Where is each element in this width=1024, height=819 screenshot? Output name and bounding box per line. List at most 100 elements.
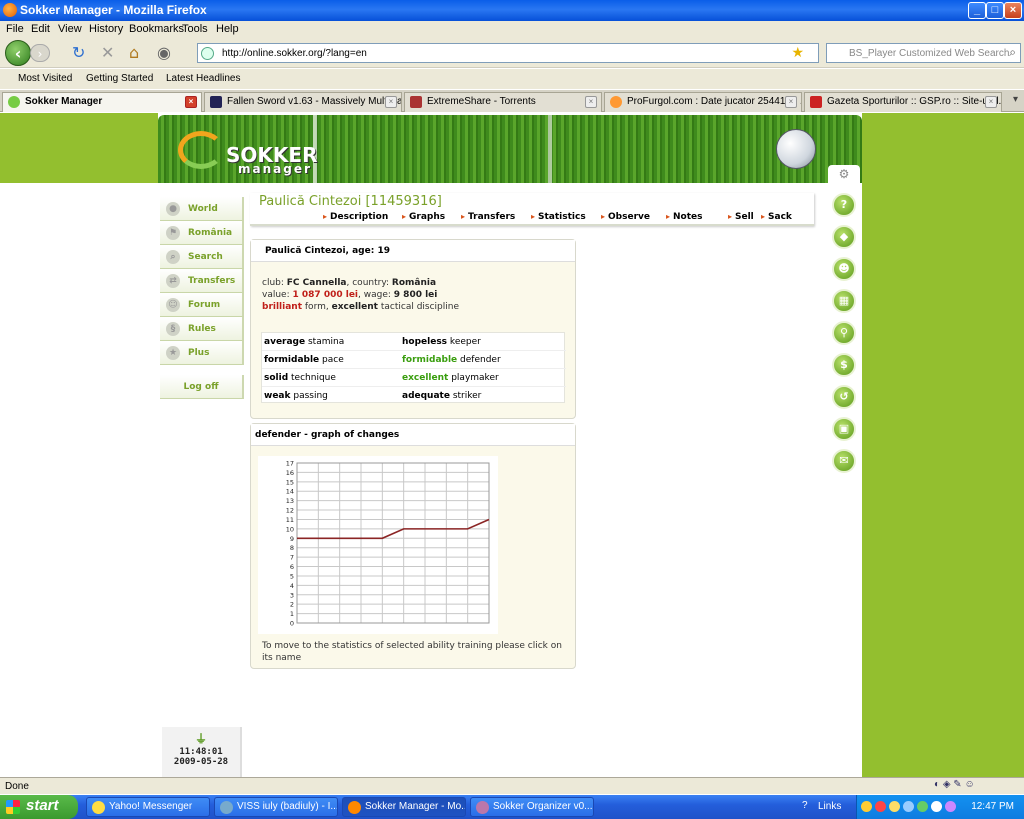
menu-bookmarks[interactable]: Bookmarks xyxy=(129,23,184,35)
tab-description[interactable]: Description xyxy=(323,212,388,222)
taskbar-item-sokker[interactable]: Sokker Manager - Mo... xyxy=(342,797,466,817)
status-bar: Done ◐ ◈ ✎ ☺ xyxy=(0,777,1024,794)
close-tab-icon[interactable]: × xyxy=(385,96,397,108)
skill-stamina[interactable]: average stamina xyxy=(264,337,344,347)
y-tick-label: 12 xyxy=(286,507,294,515)
sidebar-label: World xyxy=(188,204,218,214)
reload-icon[interactable]: ↻ xyxy=(72,43,85,62)
bookmark-star-icon[interactable]: ★ xyxy=(791,44,804,61)
taskbar-item-yahoo[interactable]: Yahoo! Messenger xyxy=(86,797,210,817)
sidebar-item-search[interactable]: ⌕ Search xyxy=(160,245,244,269)
shield-icon[interactable]: ◆ xyxy=(832,225,856,249)
site-sidebar: ● World ⚑ România ⌕ Search ⇄ Transfers ☺ Foru… xyxy=(160,197,244,365)
sidebar-item-world[interactable]: ● World xyxy=(160,197,244,221)
start-button[interactable]: start xyxy=(0,795,78,819)
tactical-text: tactical discipline xyxy=(380,302,459,312)
skill-keeper[interactable]: hopeless keeper xyxy=(402,337,481,347)
club-link[interactable]: FC Cannella xyxy=(287,278,347,288)
url-bar[interactable]: http://online.sokker.org/?lang=en ★ xyxy=(197,43,819,63)
mail-icon[interactable]: ✉ xyxy=(832,449,856,473)
tab-extremeshare[interactable]: ExtremeShare - Torrents × xyxy=(404,92,602,112)
close-tab-icon[interactable]: × xyxy=(785,96,797,108)
money-icon[interactable]: $ xyxy=(832,353,856,377)
tab-profurgol[interactable]: ProFurgol.com : Date jucator 254413 - ..… xyxy=(604,92,802,112)
tab-statistics[interactable]: Statistics xyxy=(531,212,586,222)
tray-icon[interactable] xyxy=(889,801,900,812)
sidebar-label: Search xyxy=(188,252,223,262)
menu-history[interactable]: History xyxy=(89,23,123,35)
skill-striker[interactable]: adequate striker xyxy=(402,391,481,401)
skill-pace[interactable]: formidable pace xyxy=(264,355,344,365)
minimize-button[interactable]: _ xyxy=(968,2,986,19)
skill-level: formidable xyxy=(402,355,458,365)
close-window-button[interactable]: × xyxy=(1004,2,1022,19)
tab-list-chevron-icon[interactable]: ▾ xyxy=(1013,94,1018,105)
sidebar-item-romania[interactable]: ⚑ România xyxy=(160,221,244,245)
menu-file[interactable]: File xyxy=(6,23,24,35)
refresh-icon[interactable]: ↺ xyxy=(832,385,856,409)
close-tab-icon[interactable]: × xyxy=(985,96,997,108)
sidebar-item-forum[interactable]: ☺ Forum xyxy=(160,293,244,317)
settings-gear-icon[interactable]: ⚙ xyxy=(828,165,860,183)
runner-icon[interactable]: ⚲ xyxy=(832,321,856,345)
search-input[interactable]: BS_Player Customized Web Search ⌕ xyxy=(826,43,1021,63)
search-icon: ⌕ xyxy=(166,250,180,264)
menu-help[interactable]: Help xyxy=(216,23,239,35)
help-icon[interactable]: ? xyxy=(802,800,808,811)
graph-header: defender - graph of changes xyxy=(251,424,575,446)
logoff-button[interactable]: Log off xyxy=(160,375,244,399)
sidebar-item-plus[interactable]: ★ Plus xyxy=(160,341,244,365)
stop-icon[interactable]: ✕ xyxy=(101,43,114,62)
y-tick-label: 4 xyxy=(290,582,294,590)
tactical-level: excellent xyxy=(331,302,378,312)
bookmark-most-visited[interactable]: Most Visited xyxy=(18,73,72,84)
tab-fallen-sword[interactable]: Fallen Sword v1.63 - Massively Multipla.… xyxy=(204,92,402,112)
tray-icon[interactable] xyxy=(861,801,872,812)
taskbar-item-viss[interactable]: VISS iuly (badiuly) - I... xyxy=(214,797,338,817)
tab-sell[interactable]: Sell xyxy=(728,212,754,222)
maximize-button[interactable]: □ xyxy=(986,2,1004,19)
taskbar-item-organizer[interactable]: Sokker Organizer v0.... xyxy=(470,797,594,817)
menu-view[interactable]: View xyxy=(58,23,82,35)
bookmark-getting-started[interactable]: Getting Started xyxy=(86,73,153,84)
tab-gsp[interactable]: Gazeta Sporturilor :: GSP.ro :: Site-ul … xyxy=(804,92,1002,112)
tray-icon[interactable] xyxy=(875,801,886,812)
player-title-bar: Paulică Cintezoi [11459316] Description … xyxy=(250,193,814,226)
forward-button[interactable]: › xyxy=(30,44,50,62)
tab-sack[interactable]: Sack xyxy=(761,212,792,222)
close-tab-icon[interactable]: × xyxy=(585,96,597,108)
y-tick-label: 14 xyxy=(286,488,294,496)
players-icon[interactable]: ☻ xyxy=(832,257,856,281)
menu-edit[interactable]: Edit xyxy=(31,23,50,35)
links-toolbar[interactable]: Links xyxy=(818,801,841,812)
tab-observe[interactable]: Observe xyxy=(601,212,650,222)
tray-icon[interactable] xyxy=(917,801,928,812)
skill-passing[interactable]: weak passing xyxy=(264,391,328,401)
menu-tools[interactable]: Tools xyxy=(182,23,208,35)
back-button[interactable]: ‹ xyxy=(5,40,31,66)
pitch-icon[interactable]: ▦ xyxy=(832,289,856,313)
search-icon[interactable]: ⌕ xyxy=(1009,45,1016,60)
tab-transfers[interactable]: Transfers xyxy=(461,212,515,222)
help-icon[interactable]: ? xyxy=(832,193,856,217)
skill-name: striker xyxy=(452,391,482,401)
office-icon[interactable]: ▣ xyxy=(832,417,856,441)
sokker-logo[interactable]: SOKKER manager xyxy=(178,129,317,176)
close-tab-icon[interactable]: × xyxy=(185,96,197,108)
tab-graphs[interactable]: Graphs xyxy=(402,212,445,222)
sidebar-item-transfers[interactable]: ⇄ Transfers xyxy=(160,269,244,293)
skill-playmaker[interactable]: excellent playmaker xyxy=(402,373,499,383)
tray-icon[interactable] xyxy=(945,801,956,812)
addon-icon[interactable]: ◉ xyxy=(157,43,171,62)
bookmark-latest-headlines[interactable]: Latest Headlines xyxy=(166,73,241,84)
home-icon[interactable]: ⌂ xyxy=(129,43,139,62)
tray-icon[interactable] xyxy=(903,801,914,812)
country-link[interactable]: România xyxy=(392,278,436,288)
tray-icon[interactable] xyxy=(931,801,942,812)
skill-defender[interactable]: formidable defender xyxy=(402,355,501,365)
tab-sokker-manager[interactable]: Sokker Manager × xyxy=(2,92,202,112)
sidebar-item-rules[interactable]: § Rules xyxy=(160,317,244,341)
club-label: club: xyxy=(262,278,284,288)
skill-technique[interactable]: solid technique xyxy=(264,373,336,383)
tab-notes[interactable]: Notes xyxy=(666,212,702,222)
